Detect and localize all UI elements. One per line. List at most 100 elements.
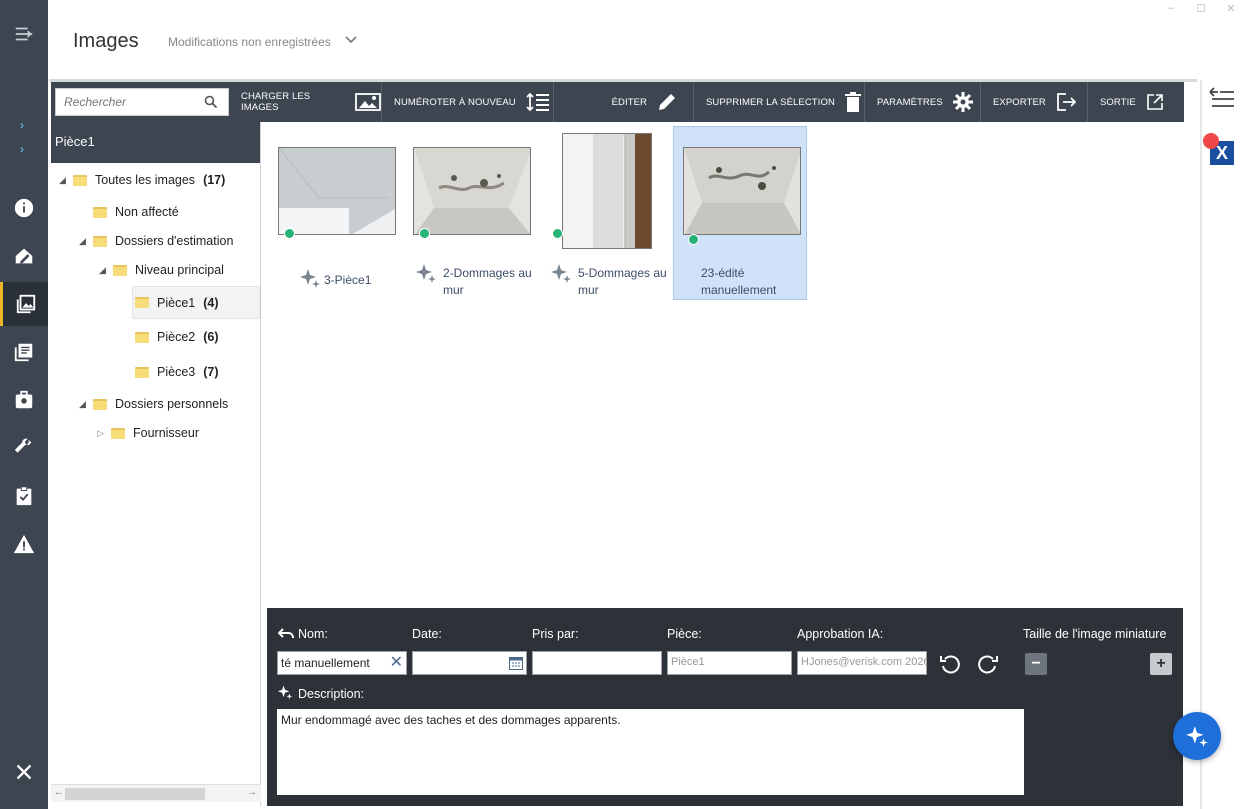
nav-alerts[interactable] bbox=[0, 522, 48, 566]
image-thumbnail[interactable] bbox=[413, 147, 531, 235]
delete-selection-button[interactable]: SUPPRIMER LA SÉLECTION bbox=[694, 82, 865, 122]
calendar-icon[interactable] bbox=[509, 656, 523, 670]
toolbar: CHARGER LES IMAGES NUMÉROTER À NOUVEAU É… bbox=[51, 82, 1184, 122]
image-card[interactable]: 5-Dommages au mur bbox=[542, 126, 676, 300]
tree-item-label: Niveau principal bbox=[135, 263, 224, 277]
image-thumbnail[interactable] bbox=[562, 133, 652, 249]
export-button[interactable]: EXPORTER bbox=[981, 82, 1088, 122]
expanded-triangle-icon[interactable]: ◢ bbox=[79, 399, 89, 410]
close-button[interactable] bbox=[0, 750, 48, 794]
decrease-thumbnail-size-button[interactable]: − bbox=[1025, 653, 1047, 675]
tree-item-estimate-folders[interactable]: ◢ Dossiers d'estimation bbox=[79, 228, 233, 254]
image-thumbnail[interactable] bbox=[683, 147, 801, 235]
scroll-right-icon[interactable]: → bbox=[247, 787, 257, 798]
description-textarea[interactable]: Mur endommagé avec des taches et des dom… bbox=[277, 709, 1024, 795]
collapse-left-icon bbox=[1209, 87, 1234, 107]
left-rail: › › bbox=[0, 0, 48, 809]
clipboard-check-icon bbox=[16, 486, 32, 506]
exit-button[interactable]: SORTIE bbox=[1088, 82, 1184, 122]
pencil-icon bbox=[659, 94, 675, 110]
image-card[interactable]: 3-Pièce1 bbox=[272, 126, 406, 300]
tree-item-label: Fournisseur bbox=[133, 426, 199, 440]
name-label: Nom: bbox=[298, 627, 328, 641]
nav-estimate[interactable] bbox=[0, 378, 48, 422]
status-dot bbox=[688, 234, 699, 245]
horizontal-scrollbar[interactable]: ← → bbox=[51, 784, 261, 802]
renumber-button[interactable]: NUMÉROTER À NOUVEAU bbox=[382, 82, 554, 122]
search-box[interactable] bbox=[55, 88, 229, 116]
side-panel-border bbox=[1200, 80, 1202, 809]
nav-info[interactable] bbox=[0, 186, 48, 230]
tree-item-count: (6) bbox=[203, 330, 219, 344]
room-value: Pièce1 bbox=[671, 656, 705, 668]
status-dot bbox=[284, 228, 295, 239]
image-card[interactable]: 2-Dommages au mur bbox=[407, 126, 541, 300]
plus-icon: + bbox=[1156, 655, 1166, 672]
increase-thumbnail-size-button[interactable]: + bbox=[1150, 653, 1172, 675]
documents-icon bbox=[14, 343, 33, 362]
image-label: 2-Dommages au mur bbox=[443, 266, 532, 295]
scrollbar-thumb[interactable] bbox=[65, 788, 205, 800]
expanded-triangle-icon[interactable]: ◢ bbox=[79, 236, 89, 247]
tree-item-piece1[interactable]: Pièce1 (4) bbox=[132, 286, 260, 319]
nav-sketch[interactable] bbox=[0, 234, 48, 278]
nav-tools[interactable] bbox=[0, 426, 48, 470]
settings-button[interactable]: PARAMÈTRES bbox=[865, 82, 981, 122]
undo-name-icon[interactable] bbox=[278, 628, 294, 640]
search-icon[interactable] bbox=[204, 95, 218, 114]
ai-sparkle-icon bbox=[277, 685, 293, 700]
expanded-triangle-icon[interactable]: ◢ bbox=[99, 265, 109, 276]
collapse-menu-button[interactable] bbox=[0, 12, 48, 56]
tree-item-unassigned[interactable]: Non affecté bbox=[93, 199, 179, 225]
image-label: 23-édité manuellement bbox=[701, 266, 777, 295]
maximize-button[interactable]: ☐ bbox=[1194, 2, 1208, 15]
tree-item-piece2[interactable]: Pièce2 (6) bbox=[135, 324, 219, 350]
collapse-panel-button[interactable] bbox=[1208, 86, 1236, 115]
room-input[interactable]: Pièce1 bbox=[667, 651, 792, 675]
images-icon bbox=[16, 294, 35, 314]
search-input[interactable] bbox=[56, 89, 196, 115]
ai-approval-input[interactable]: HJones@verisk.com 2026 bbox=[797, 651, 927, 675]
chevron-down-icon[interactable] bbox=[344, 33, 358, 52]
ai-assistant-button[interactable] bbox=[1173, 712, 1221, 760]
close-window-button[interactable]: ✕ bbox=[1224, 2, 1238, 15]
ai-approval-label: Approbation IA: bbox=[797, 627, 884, 641]
upload-images-button[interactable]: CHARGER LES IMAGES bbox=[229, 82, 382, 122]
image-thumbnail[interactable] bbox=[278, 147, 396, 235]
scroll-left-icon[interactable]: ← bbox=[54, 787, 64, 798]
tree-item-piece3[interactable]: Pièce3 (7) bbox=[135, 359, 219, 385]
status-dot bbox=[419, 228, 430, 239]
tree-item-count: (4) bbox=[203, 295, 219, 310]
ai-sparkle-icon bbox=[1186, 726, 1208, 747]
nav-checklist[interactable] bbox=[0, 474, 48, 518]
warning-icon bbox=[13, 534, 35, 554]
rotate-left-icon[interactable] bbox=[939, 653, 961, 675]
tree-item-supplier[interactable]: ▷ Fournisseur bbox=[97, 420, 199, 446]
ai-sparkle-icon bbox=[416, 264, 436, 283]
renumber-label: NUMÉROTER À NOUVEAU bbox=[394, 96, 516, 108]
nav-documents[interactable] bbox=[0, 330, 48, 374]
taken-by-input[interactable] bbox=[532, 651, 662, 675]
xactimate-button[interactable]: X bbox=[1203, 133, 1237, 167]
collapsed-triangle-icon[interactable]: ▷ bbox=[97, 428, 107, 439]
minimize-button[interactable]: – bbox=[1164, 2, 1178, 15]
rotate-right-icon[interactable] bbox=[977, 653, 999, 675]
expanded-triangle-icon[interactable]: ◢ bbox=[59, 175, 69, 186]
folder-tree-panel: Pièce1 ◢ Toutes les images (17) Non affe… bbox=[51, 122, 261, 806]
edit-button[interactable]: ÉDITER bbox=[554, 82, 694, 122]
expand-chevron-icon[interactable]: › bbox=[20, 142, 24, 156]
date-input[interactable] bbox=[412, 651, 527, 675]
nav-images[interactable] bbox=[0, 282, 48, 326]
name-input[interactable]: té manuellement ✕ bbox=[277, 651, 407, 675]
tree-item-personal-folders[interactable]: ◢ Dossiers personnels bbox=[79, 391, 228, 417]
folder-icon bbox=[93, 235, 107, 247]
tree-item-all-images[interactable]: ◢ Toutes les images (17) bbox=[59, 167, 225, 193]
image-card-selected[interactable]: 23-édité manuellement bbox=[673, 126, 807, 300]
tree-item-main-level[interactable]: ◢ Niveau principal bbox=[99, 257, 224, 283]
trash-icon bbox=[844, 92, 861, 112]
expand-chevron-icon[interactable]: › bbox=[20, 118, 24, 132]
folder-icon bbox=[135, 331, 149, 343]
ai-sparkle-icon bbox=[551, 264, 571, 283]
edit-label: ÉDITER bbox=[611, 96, 647, 108]
clear-icon[interactable]: ✕ bbox=[390, 654, 403, 672]
